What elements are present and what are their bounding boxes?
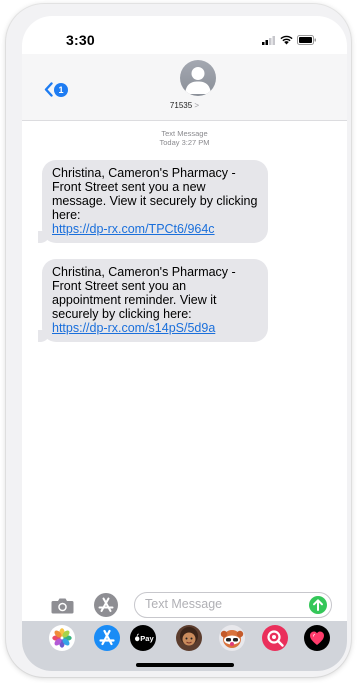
timestamp-label: Text Message — [161, 129, 208, 138]
message-bubble[interactable]: Christina, Cameron's Pharmacy - Front St… — [32, 160, 268, 243]
message-timestamp: Text Message Today 3:27 PM — [22, 129, 347, 147]
image-search-icon — [267, 630, 284, 647]
apple-pay-label: Pay — [140, 634, 154, 643]
photos-app-button[interactable] — [49, 625, 75, 651]
app-store-button[interactable] — [94, 593, 118, 617]
phone-screen: 3:30 1 71535 > Text Message Today 3:27 P… — [22, 16, 347, 671]
contact-name-row[interactable]: 71535 > — [22, 101, 347, 110]
arrow-up-icon — [313, 599, 323, 611]
battery-icon — [297, 35, 316, 45]
chevron-left-icon — [44, 82, 53, 97]
message-input-placeholder: Text Message — [145, 597, 223, 611]
phone-frame: 3:30 1 71535 > Text Message Today 3:27 P… — [6, 4, 351, 677]
memoji-app-button[interactable] — [176, 625, 202, 651]
photos-icon — [52, 628, 72, 648]
message-input[interactable]: Text Message — [134, 592, 332, 618]
wifi-icon — [280, 35, 293, 45]
app-store-icon — [99, 629, 115, 646]
digital-touch-app-button[interactable] — [304, 625, 330, 651]
message-bubble[interactable]: Christina, Cameron's Pharmacy - Front St… — [32, 259, 268, 342]
digital-touch-icon — [310, 631, 324, 645]
app-store-app-button[interactable] — [94, 625, 120, 651]
status-icons — [262, 35, 317, 45]
message-text: Christina, Cameron's Pharmacy - Front St… — [52, 166, 258, 222]
timestamp-time: Today 3:27 PM — [159, 138, 210, 147]
message-link[interactable]: https://dp-rx.com/s14pS/5d9a — [52, 321, 215, 335]
unread-badge: 1 — [54, 82, 68, 97]
send-button[interactable] — [309, 596, 327, 614]
back-button[interactable]: 1 — [44, 82, 68, 97]
apple-pay-icon: Pay — [135, 633, 154, 643]
animoji-app-button[interactable] — [219, 625, 245, 651]
memoji-icon — [180, 627, 198, 646]
message-text: Christina, Cameron's Pharmacy - Front St… — [52, 265, 236, 321]
status-time: 3:30 — [66, 32, 95, 48]
app-drawer: Pay — [22, 621, 347, 671]
person-icon — [185, 67, 211, 94]
animoji-icon — [220, 630, 244, 648]
signal-icon — [262, 35, 275, 45]
conversation-header: 1 71535 > — [22, 54, 347, 121]
bubble-tail — [38, 231, 50, 243]
camera-icon — [51, 598, 74, 614]
contact-name: 71535 — [169, 101, 193, 110]
apple-pay-app-button[interactable]: Pay — [130, 625, 156, 651]
camera-button[interactable] — [51, 597, 74, 619]
contact-avatar[interactable] — [180, 60, 216, 96]
compose-bar: Text Message — [22, 590, 347, 620]
chevron-right-icon: > — [194, 101, 200, 110]
home-indicator[interactable] — [136, 663, 234, 667]
app-store-icon — [98, 597, 114, 612]
bubble-tail — [38, 330, 50, 342]
message-link[interactable]: https://dp-rx.com/TPCt6/964c — [52, 222, 215, 236]
image-search-app-button[interactable] — [262, 625, 288, 651]
